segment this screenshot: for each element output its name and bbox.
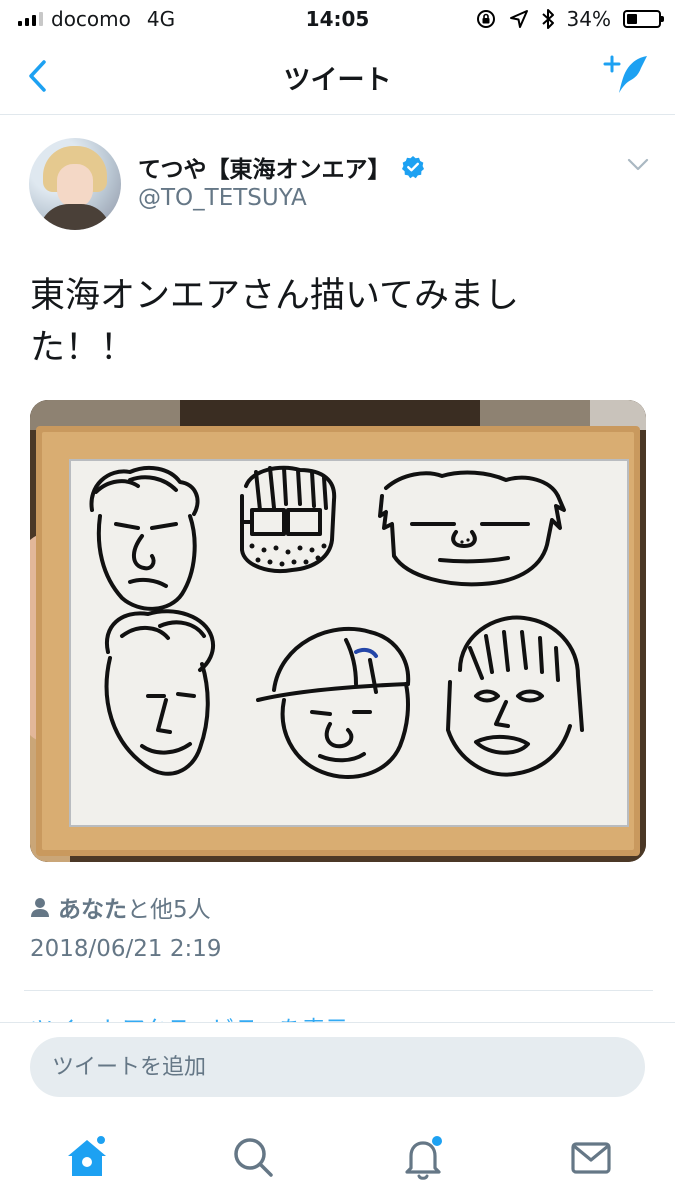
status-right: 34% bbox=[475, 7, 664, 31]
notifications-icon bbox=[405, 1136, 442, 1180]
battery-level bbox=[627, 14, 637, 24]
status-bar: docomo 4G 14:05 34% bbox=[0, 0, 675, 38]
avatar-face bbox=[57, 164, 93, 208]
display-name-text: てつや【東海オンエア】 bbox=[138, 157, 391, 183]
chevron-down-icon[interactable] bbox=[627, 158, 649, 172]
username[interactable]: @TO_TETSUYA bbox=[138, 185, 307, 211]
compose-tweet-button[interactable] bbox=[601, 52, 653, 96]
tab-notifications[interactable] bbox=[398, 1132, 448, 1182]
likes-others: と他5人 bbox=[127, 897, 211, 923]
avatar[interactable] bbox=[29, 138, 121, 230]
display-name[interactable]: てつや【東海オンエア】 bbox=[138, 150, 425, 184]
compose-tweet-icon bbox=[603, 55, 647, 93]
tweet-text-line-1: 東海オンエアさん描いてみまし bbox=[30, 276, 519, 316]
tweet-timestamp: 2018/06/21 2:19 bbox=[30, 936, 222, 962]
battery-icon bbox=[623, 10, 664, 28]
messages-icon bbox=[571, 1142, 611, 1174]
navigation-bar: ツイート bbox=[0, 38, 675, 115]
battery-percent: 34% bbox=[566, 7, 611, 31]
tab-bar bbox=[0, 1114, 675, 1200]
likes-you: あなた bbox=[58, 897, 127, 923]
tab-home[interactable] bbox=[62, 1132, 112, 1182]
person-icon bbox=[31, 898, 49, 917]
search-icon bbox=[234, 1138, 273, 1177]
tweet-photo[interactable] bbox=[30, 400, 646, 862]
tab-messages[interactable] bbox=[566, 1132, 616, 1182]
location-icon bbox=[509, 10, 528, 28]
avatar-shirt bbox=[39, 204, 111, 230]
orientation-lock-icon bbox=[476, 10, 495, 28]
tab-search[interactable] bbox=[228, 1132, 278, 1182]
likes-summary[interactable]: あなたと他5人 bbox=[30, 890, 211, 924]
reply-input[interactable] bbox=[30, 1037, 645, 1097]
bluetooth-icon bbox=[541, 9, 554, 29]
tweet-text-line-2: た！！ bbox=[30, 328, 136, 368]
reply-bar bbox=[0, 1022, 675, 1115]
verified-badge-icon bbox=[401, 156, 424, 179]
whiteboard-drawing bbox=[30, 400, 646, 862]
home-icon bbox=[68, 1134, 107, 1176]
page-title: ツイート bbox=[283, 65, 392, 96]
tweet-text: 東海オンエアさん描いてみまし た！！ bbox=[30, 270, 630, 374]
divider bbox=[24, 990, 653, 991]
